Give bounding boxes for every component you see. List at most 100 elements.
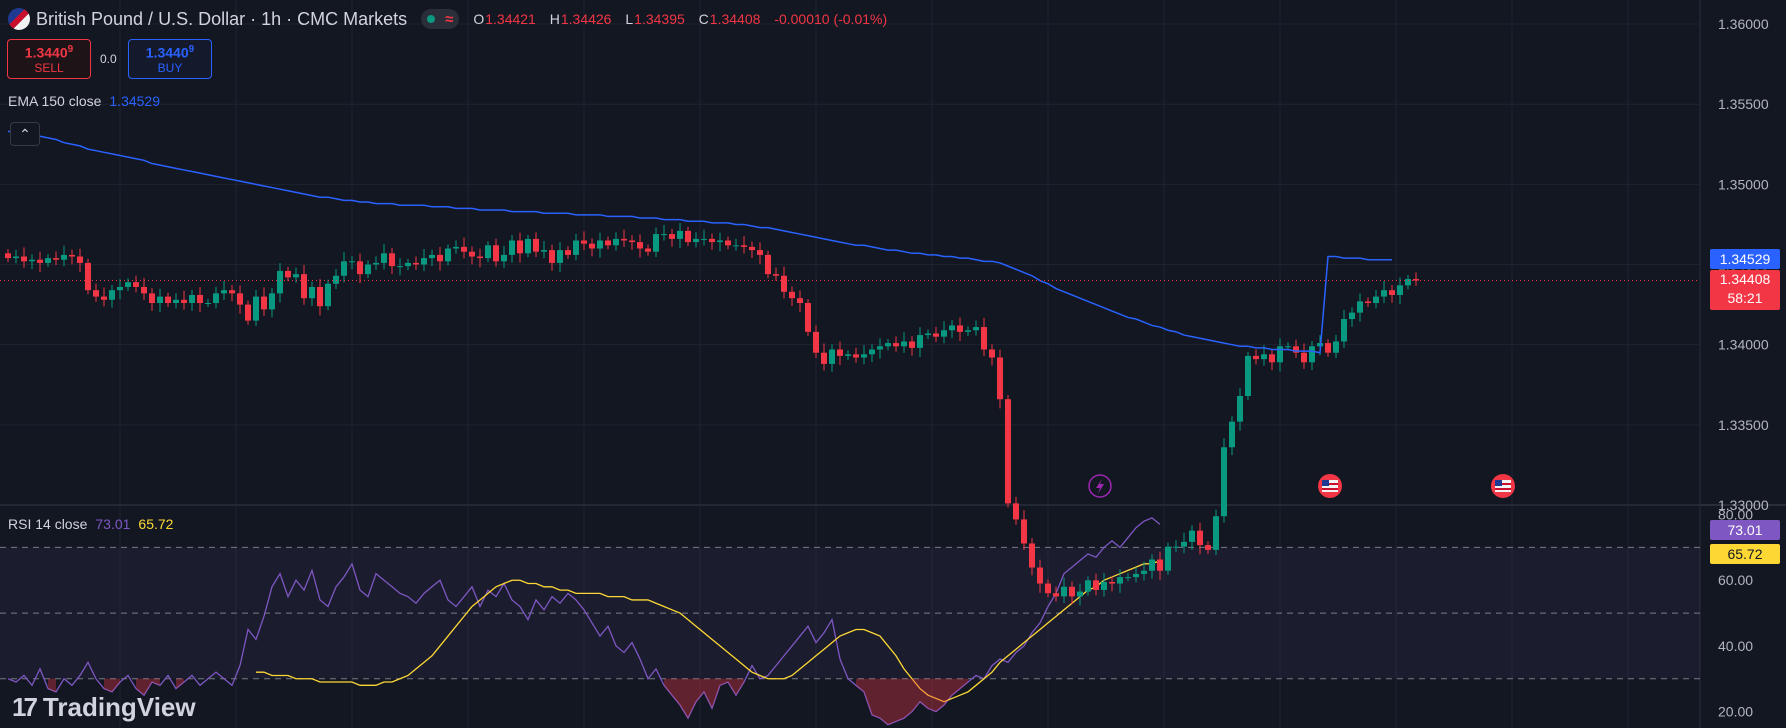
candle (637, 234, 643, 258)
candle (933, 326, 939, 342)
candle (941, 321, 947, 344)
symbol-title[interactable]: British Pound / U.S. Dollar · 1h · CMC M… (36, 9, 407, 30)
candle (805, 298, 811, 336)
candle-body (141, 286, 147, 294)
sell-button[interactable]: 1.34409 SELL (7, 39, 91, 79)
candle (965, 326, 971, 336)
candle (349, 256, 355, 270)
candle-body (101, 296, 107, 300)
candle-body (1373, 296, 1379, 303)
candle (549, 244, 555, 271)
candle-body (541, 250, 547, 252)
candle (13, 249, 19, 264)
ema-legend[interactable]: EMA 150 close 1.34529 (8, 93, 160, 109)
candle-body (1301, 352, 1307, 363)
candle-body (1029, 543, 1035, 568)
candle-body (1069, 586, 1075, 597)
candle-body (1285, 346, 1291, 348)
candle (1229, 416, 1235, 456)
candle-body (85, 262, 91, 291)
candle-body (789, 291, 795, 299)
sell-price: 1.34409 (24, 43, 74, 61)
bar-countdown: 58:21 (1727, 290, 1763, 306)
ohlc-low: 1.34395 (634, 11, 685, 27)
candle-body (1349, 312, 1355, 320)
candle (509, 235, 515, 263)
candle (381, 244, 387, 270)
candle-body (45, 258, 51, 263)
candle (813, 325, 819, 358)
candle (949, 320, 955, 339)
buy-label: BUY (157, 61, 183, 76)
candle-body (325, 283, 331, 307)
buy-button[interactable]: 1.34409 BUY (128, 39, 212, 79)
sell-label: SELL (34, 61, 64, 76)
rsi-tick-label: 20.00 (1718, 704, 1753, 720)
market-status[interactable]: ≈ (421, 9, 460, 29)
candle (1333, 334, 1339, 358)
collapse-legend-button[interactable]: ⌃ (10, 122, 40, 146)
price-tick-label: 1.35500 (1718, 96, 1769, 112)
candle-body (893, 343, 899, 347)
candle (765, 250, 771, 279)
candle (253, 290, 259, 326)
candle-body (1061, 586, 1067, 597)
candle (901, 332, 907, 353)
candle-body (1157, 559, 1163, 571)
candle (453, 240, 459, 254)
rsi-legend[interactable]: RSI 14 close 73.01 65.72 (8, 516, 173, 532)
candle (597, 232, 603, 258)
candle-body (1253, 355, 1259, 360)
candle (133, 275, 139, 293)
candle (413, 256, 419, 270)
candle-body (917, 335, 923, 348)
tradingview-logo[interactable]: 17 TradingView (12, 692, 196, 723)
candle (437, 247, 443, 271)
candle-body (645, 248, 651, 252)
event-markers[interactable] (1088, 474, 1515, 498)
candle-body (189, 294, 195, 303)
candle-body (1109, 581, 1115, 584)
candle-body (989, 349, 995, 358)
candle-body (997, 357, 1003, 400)
candle-body (53, 258, 59, 260)
tradingview-wordmark: TradingView (42, 692, 196, 722)
tradingview-mark-icon: 17 (12, 692, 38, 722)
candle (1381, 281, 1387, 304)
candle-body (1341, 319, 1347, 342)
candle (245, 300, 251, 325)
candle (1245, 351, 1251, 400)
candle (677, 223, 683, 249)
candle (989, 344, 995, 366)
candle (229, 284, 235, 302)
candle (101, 287, 107, 307)
candle-body (1245, 355, 1251, 396)
candle-body (637, 242, 643, 249)
candle-body (1365, 301, 1371, 303)
candle (717, 232, 723, 252)
candle (53, 251, 59, 266)
candle-body (1085, 580, 1091, 592)
candle (1005, 395, 1011, 508)
candle-body (981, 327, 987, 350)
candle (109, 284, 115, 308)
candle (1349, 307, 1355, 327)
candle-body (1325, 343, 1331, 353)
candle (973, 320, 979, 336)
candle-body (533, 238, 539, 252)
candle-body (253, 296, 259, 321)
candle (1341, 309, 1347, 349)
candle-body (237, 293, 243, 305)
candle-body (757, 250, 763, 255)
candle (341, 252, 347, 283)
chart-canvas[interactable]: 1.360001.355001.350001.345001.340001.335… (0, 0, 1786, 728)
candle-body (597, 240, 603, 249)
candle-body (1397, 285, 1403, 295)
candle-body (661, 234, 667, 236)
candle-body (1405, 278, 1411, 286)
candle-body (1309, 346, 1315, 363)
candle (1013, 496, 1019, 525)
candle-body (261, 296, 267, 310)
candle (301, 265, 307, 305)
candle-body (1037, 567, 1043, 584)
